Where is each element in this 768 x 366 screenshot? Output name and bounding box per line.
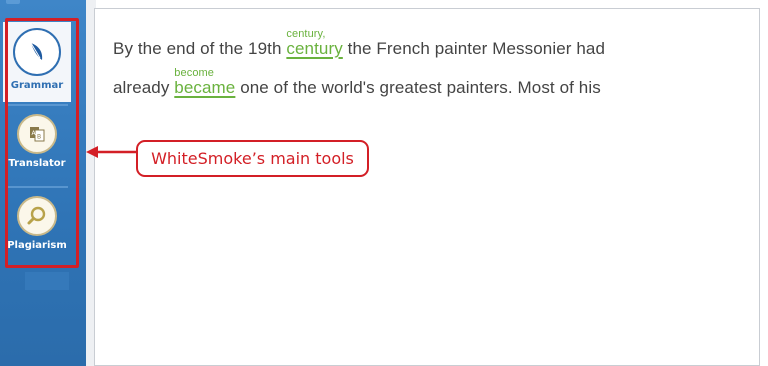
line-2-text-before: already (113, 78, 175, 97)
annotation-callout: WhiteSmoke’s main tools (136, 140, 369, 177)
suggestion-century[interactable]: century, (286, 28, 325, 40)
line-1-text-after: the French painter Messonier had (342, 39, 606, 58)
suggestion-become[interactable]: become (174, 67, 214, 79)
correction-became-word: became (174, 78, 236, 97)
text-line-2: already became become one of the world's … (113, 67, 601, 98)
annotation-arrow (86, 146, 138, 158)
line-2-text-after: one of the world's greatest painters. Mo… (235, 78, 601, 97)
tools-sidebar: Grammar A B Translator Plagiarism (0, 0, 86, 366)
correction-century[interactable]: century century, (286, 28, 343, 59)
sidebar-top-handle (6, 0, 20, 4)
document-editor[interactable]: By the end of the 19th century century, t… (94, 8, 760, 366)
line-1-text-before: By the end of the 19th (113, 39, 287, 58)
correction-became[interactable]: became become (174, 67, 236, 98)
tools-highlight-frame (5, 18, 79, 268)
annotation-callout-text: WhiteSmoke’s main tools (151, 149, 354, 168)
correction-century-word: century (286, 39, 343, 58)
sidebar-bottom-strip (25, 272, 69, 290)
text-line-1: By the end of the 19th century century, t… (113, 28, 606, 59)
